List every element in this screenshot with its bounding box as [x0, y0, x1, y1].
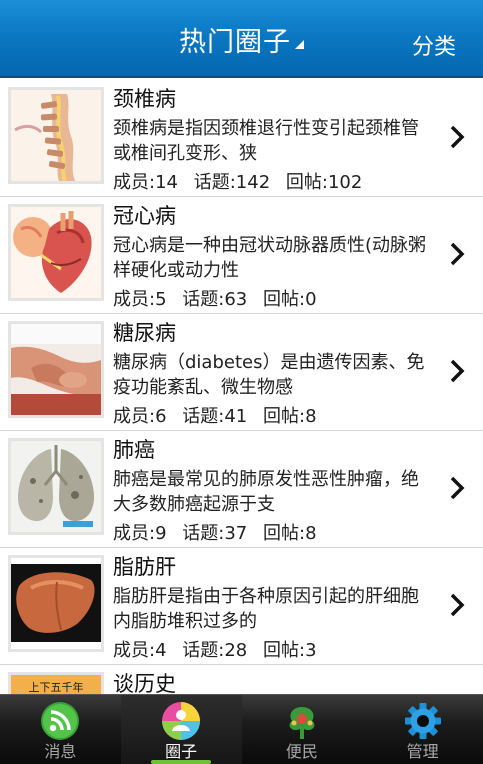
tree-people-icon	[289, 707, 315, 739]
book-cover-text: 上下五千年	[11, 675, 101, 694]
replies-stat: 回帖:3	[262, 640, 317, 661]
circle-item-lung-cancer[interactable]: 肺癌 肺癌是最常见的肺原发性恶性肿瘤，绝大多数肺癌起源于支 成员:9 话题:37…	[0, 431, 483, 548]
liver-photo	[8, 555, 104, 652]
members-stat: 成员:5	[113, 289, 167, 310]
chevron-right-icon[interactable]	[449, 475, 465, 501]
tab-circles[interactable]: 圈子	[120, 695, 242, 764]
header-bar: 热门圈子 分类	[0, 0, 483, 78]
replies-stat: 回帖:8	[262, 406, 317, 427]
replies-stat: 回帖:0	[262, 289, 317, 310]
circle-description: 冠心病是一种由冠状动脉器质性(动脉粥样硬化或动力性	[113, 235, 427, 281]
rss-feed-icon	[41, 702, 80, 740]
chevron-right-icon[interactable]	[449, 124, 465, 150]
tab-label: 便民	[285, 742, 318, 761]
dropdown-caret-icon	[295, 40, 304, 49]
circle-item-history[interactable]: 上下五千年 谈历史	[0, 665, 483, 694]
app-screen: 热门圈子 分类 颈椎病 颈椎病是指因颈椎退行性变引起颈椎管或椎间孔变形、狭 成员…	[0, 0, 483, 764]
title-dropdown[interactable]: 热门圈子	[0, 20, 483, 59]
replies-stat: 回帖:102	[285, 172, 363, 193]
members-stat: 成员:9	[113, 523, 167, 544]
circle-title: 肺癌	[113, 438, 155, 462]
members-stat: 成员:6	[113, 406, 167, 427]
topics-stat: 话题:37	[182, 523, 248, 544]
topics-stat: 话题:142	[193, 172, 271, 193]
circle-title: 谈历史	[113, 672, 176, 694]
circle-item-diabetes[interactable]: 糖尿病 糖尿病（diabetes）是由遗传因素、免疫功能紊乱、微生物感 成员:6…	[0, 314, 483, 431]
circle-stats: 成员:4 话题:28 回帖:3	[113, 636, 327, 662]
tab-label: 管理	[406, 742, 439, 761]
chevron-right-icon[interactable]	[449, 358, 465, 384]
circle-title: 脂肪肝	[113, 555, 176, 579]
circle-item-cervical-spondylosis[interactable]: 颈椎病 颈椎病是指因颈椎退行性变引起颈椎管或椎间孔变形、狭 成员:14 话题:1…	[0, 80, 483, 197]
tab-label: 消息	[44, 742, 77, 761]
chevron-right-icon[interactable]	[449, 592, 465, 618]
members-stat: 成员:14	[113, 172, 178, 193]
chevron-right-icon[interactable]	[449, 241, 465, 267]
members-stat: 成员:4	[113, 640, 167, 661]
category-button[interactable]: 分类	[412, 29, 456, 61]
cervical-spine-illustration	[8, 87, 104, 184]
book-cover: 上下五千年	[8, 672, 104, 694]
circle-stats: 成员:5 话题:63 回帖:0	[113, 285, 327, 311]
tab-management[interactable]: 管理	[362, 695, 483, 764]
circle-item-coronary-heart-disease[interactable]: 冠心病 冠心病是一种由冠状动脉器质性(动脉粥样硬化或动力性 成员:5 话题:63…	[0, 197, 483, 314]
page-title: 热门圈子	[179, 27, 291, 58]
gear-icon	[404, 703, 441, 739]
circle-description: 颈椎病是指因颈椎退行性变引起颈椎管或椎间孔变形、狭	[113, 118, 419, 164]
tab-label: 圈子	[165, 742, 198, 761]
circle-title: 颈椎病	[113, 87, 176, 111]
bottom-tab-bar: 消息 圈子 便民 管理	[0, 694, 483, 764]
replies-stat: 回帖:8	[262, 523, 317, 544]
lungs-photo	[8, 438, 104, 535]
topics-stat: 话题:28	[182, 640, 248, 661]
circle-stats: 成员:6 话题:41 回帖:8	[113, 402, 327, 428]
circle-stats: 成员:9 话题:37 回帖:8	[113, 519, 327, 545]
people-circle-icon	[162, 702, 201, 740]
circle-description: 脂肪肝是指由于各种原因引起的肝细胞内脂肪堆积过多的	[113, 586, 419, 632]
circle-description: 糖尿病（diabetes）是由遗传因素、免疫功能紊乱、微生物感	[113, 352, 425, 398]
tab-messages[interactable]: 消息	[0, 695, 121, 764]
circle-title: 冠心病	[113, 204, 176, 228]
topics-stat: 话题:41	[182, 406, 248, 427]
heart-illustration	[8, 204, 104, 301]
circle-stats: 成员:14 话题:142 回帖:102	[113, 168, 372, 194]
circle-title: 糖尿病	[113, 321, 176, 345]
circle-item-fatty-liver[interactable]: 脂肪肝 脂肪肝是指由于各种原因引起的肝细胞内脂肪堆积过多的 成员:4 话题:28…	[0, 548, 483, 665]
hands-massage-photo	[8, 321, 104, 418]
topics-stat: 话题:63	[182, 289, 248, 310]
tab-convenience[interactable]: 便民	[242, 695, 363, 764]
circle-list[interactable]: 颈椎病 颈椎病是指因颈椎退行性变引起颈椎管或椎间孔变形、狭 成员:14 话题:1…	[0, 80, 483, 694]
active-tab-indicator	[151, 760, 212, 764]
circle-description: 肺癌是最常见的肺原发性恶性肿瘤，绝大多数肺癌起源于支	[113, 469, 419, 515]
